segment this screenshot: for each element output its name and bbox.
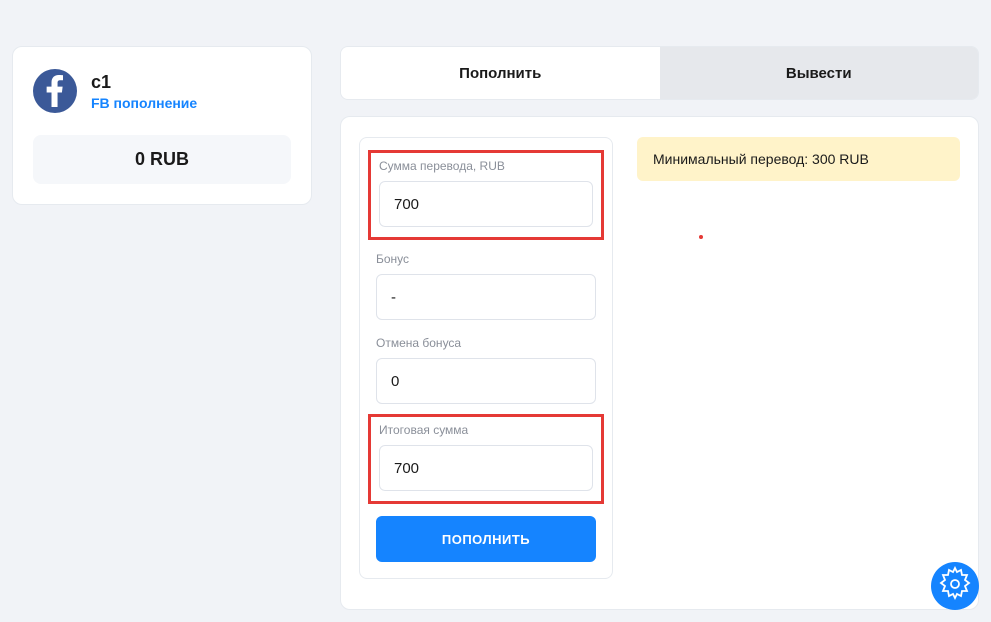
main-panel: Пополнить Вывести Сумма перевода, RUB Бо… [340,46,979,610]
info-column: Минимальный перевод: 300 RUB [637,137,960,579]
account-subtitle: FB пополнение [91,95,197,111]
cancel-bonus-label: Отмена бонуса [376,336,596,350]
facebook-icon [33,69,77,113]
account-row: c1 FB пополнение [33,69,291,113]
indicator-dot [699,235,703,239]
content-card: Сумма перевода, RUB Бонус Отмена бонуса … [340,116,979,610]
balance-value: 0 RUB [33,135,291,184]
gear-icon [937,566,973,607]
account-card: c1 FB пополнение 0 RUB [12,46,312,205]
account-name: c1 [91,72,197,93]
amount-highlight: Сумма перевода, RUB [368,150,604,240]
total-highlight: Итоговая сумма [368,414,604,504]
tab-withdraw[interactable]: Вывести [660,47,979,99]
tabs-row: Пополнить Вывести [340,46,979,100]
amount-input[interactable] [379,181,593,227]
total-label: Итоговая сумма [379,423,593,437]
cancel-bonus-input[interactable] [376,358,596,404]
bonus-input[interactable] [376,274,596,320]
bonus-label: Бонус [376,252,596,266]
amount-label: Сумма перевода, RUB [379,159,593,173]
deposit-form: Сумма перевода, RUB Бонус Отмена бонуса … [359,137,613,579]
account-meta: c1 FB пополнение [91,72,197,111]
settings-fab[interactable] [931,562,979,610]
min-transfer-notice: Минимальный перевод: 300 RUB [637,137,960,181]
tab-deposit[interactable]: Пополнить [341,47,660,99]
total-input[interactable] [379,445,593,491]
deposit-button[interactable]: ПОПОЛНИТЬ [376,516,596,562]
